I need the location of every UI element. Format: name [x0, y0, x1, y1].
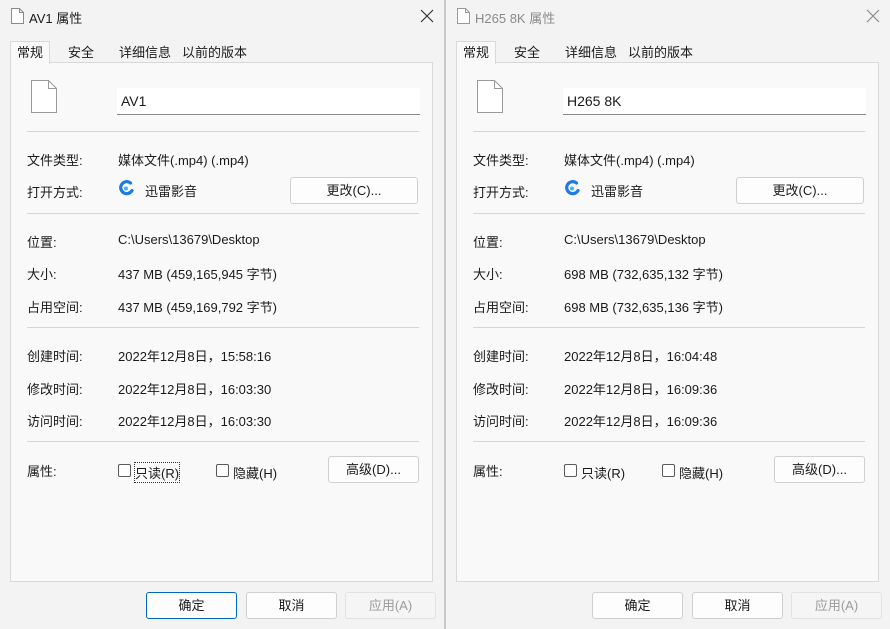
title-bar[interactable]: AV1 属性: [0, 0, 444, 33]
general-tab-panel: 文件类型: 媒体文件(.mp4) (.mp4) 打开方式: 迅雷影音 更改(C)…: [10, 62, 433, 582]
document-icon: [11, 8, 24, 24]
created-value: 2022年12月8日，16:04:48: [564, 349, 718, 364]
separator: [27, 327, 419, 328]
separator: [27, 131, 419, 132]
accessed-label: 访问时间:: [27, 414, 83, 429]
properties-dialog-av1: AV1 属性 常规 安全 详细信息 以前的版本 文件类型: 媒体文件(.mp4)…: [0, 0, 445, 629]
accessed-value: 2022年12月8日，16:03:30: [118, 414, 272, 429]
readonly-checkbox-label[interactable]: 只读(R): [581, 463, 625, 482]
created-label: 创建时间:: [473, 349, 529, 364]
size-on-disk-value: 437 MB (459,169,792 字节): [118, 300, 277, 315]
modified-value: 2022年12月8日，16:03:30: [118, 382, 272, 397]
separator: [473, 441, 865, 442]
accessed-label: 访问时间:: [473, 414, 529, 429]
document-icon: [31, 80, 57, 113]
open-with-app-name: 迅雷影音: [145, 184, 198, 199]
attributes-label: 属性:: [27, 464, 57, 479]
tab-details[interactable]: 详细信息: [559, 43, 623, 63]
file-type-value: 媒体文件(.mp4) (.mp4): [564, 153, 695, 168]
close-icon[interactable]: [866, 9, 880, 23]
tab-security[interactable]: 安全: [508, 43, 546, 63]
separator: [473, 327, 865, 328]
separator: [27, 213, 419, 214]
file-type-value: 媒体文件(.mp4) (.mp4): [118, 153, 249, 168]
ok-button[interactable]: 确定: [146, 592, 237, 619]
xunlei-player-icon: [565, 180, 580, 196]
location-value: C:\Users\13679\Desktop: [564, 232, 706, 247]
tab-security[interactable]: 安全: [62, 43, 100, 63]
location-value: C:\Users\13679\Desktop: [118, 232, 260, 247]
modified-label: 修改时间:: [27, 382, 83, 397]
separator: [27, 441, 419, 442]
tab-previous-versions[interactable]: 以前的版本: [176, 43, 253, 63]
readonly-checkbox[interactable]: [118, 464, 131, 477]
tab-strip: 常规 安全 详细信息 以前的版本: [10, 41, 433, 64]
readonly-checkbox[interactable]: [564, 464, 577, 477]
file-type-label: 文件类型:: [27, 153, 83, 168]
location-label: 位置:: [27, 235, 57, 250]
modified-value: 2022年12月8日，16:09:36: [564, 382, 718, 397]
separator: [473, 131, 865, 132]
xunlei-player-icon: [119, 180, 134, 196]
hidden-checkbox-label[interactable]: 隐藏(H): [233, 463, 277, 482]
document-icon: [457, 8, 470, 24]
size-on-disk-label: 占用空间:: [473, 300, 529, 315]
apply-button[interactable]: 应用(A): [791, 592, 882, 619]
size-label: 大小:: [27, 267, 57, 282]
open-with-app-name: 迅雷影音: [591, 184, 644, 199]
tab-general[interactable]: 常规: [10, 41, 51, 64]
location-label: 位置:: [473, 235, 503, 250]
hidden-checkbox-label[interactable]: 隐藏(H): [679, 463, 723, 482]
size-value: 698 MB (732,635,132 字节): [564, 267, 723, 282]
size-label: 大小:: [473, 267, 503, 282]
advanced-button[interactable]: 高级(D)...: [774, 456, 865, 483]
window-title: H265 8K 属性: [475, 11, 556, 26]
ok-button[interactable]: 确定: [592, 592, 683, 619]
size-on-disk-value: 698 MB (732,635,136 字节): [564, 300, 723, 315]
size-value: 437 MB (459,165,945 字节): [118, 267, 277, 282]
tab-strip: 常规 安全 详细信息 以前的版本: [456, 41, 879, 64]
cancel-button[interactable]: 取消: [246, 592, 337, 619]
document-icon: [477, 80, 503, 113]
modified-label: 修改时间:: [473, 382, 529, 397]
accessed-value: 2022年12月8日，16:09:36: [564, 414, 718, 429]
advanced-button[interactable]: 高级(D)...: [328, 456, 419, 483]
hidden-checkbox[interactable]: [662, 464, 675, 477]
open-with-label: 打开方式:: [473, 185, 529, 200]
window-title: AV1 属性: [29, 11, 83, 26]
created-label: 创建时间:: [27, 349, 83, 364]
open-with-label: 打开方式:: [27, 185, 83, 200]
change-button[interactable]: 更改(C)...: [290, 177, 418, 204]
tab-details[interactable]: 详细信息: [113, 43, 177, 63]
attributes-label: 属性:: [473, 464, 503, 479]
properties-dialog-h265-8k: H265 8K 属性 常规 安全 详细信息 以前的版本 文件类型: 媒体文件(.…: [445, 0, 890, 629]
tab-previous-versions[interactable]: 以前的版本: [622, 43, 699, 63]
apply-button[interactable]: 应用(A): [345, 592, 436, 619]
separator: [473, 213, 865, 214]
title-bar[interactable]: H265 8K 属性: [446, 0, 890, 33]
file-type-label: 文件类型:: [473, 153, 529, 168]
tab-general[interactable]: 常规: [456, 41, 497, 64]
general-tab-panel: 文件类型: 媒体文件(.mp4) (.mp4) 打开方式: 迅雷影音 更改(C)…: [456, 62, 879, 582]
file-name-field[interactable]: [117, 88, 420, 115]
hidden-checkbox[interactable]: [216, 464, 229, 477]
created-value: 2022年12月8日，15:58:16: [118, 349, 272, 364]
readonly-checkbox-label[interactable]: 只读(R): [133, 462, 181, 483]
file-name-field[interactable]: [563, 88, 866, 115]
size-on-disk-label: 占用空间:: [27, 300, 83, 315]
close-icon[interactable]: [420, 9, 434, 23]
change-button[interactable]: 更改(C)...: [736, 177, 864, 204]
cancel-button[interactable]: 取消: [692, 592, 783, 619]
